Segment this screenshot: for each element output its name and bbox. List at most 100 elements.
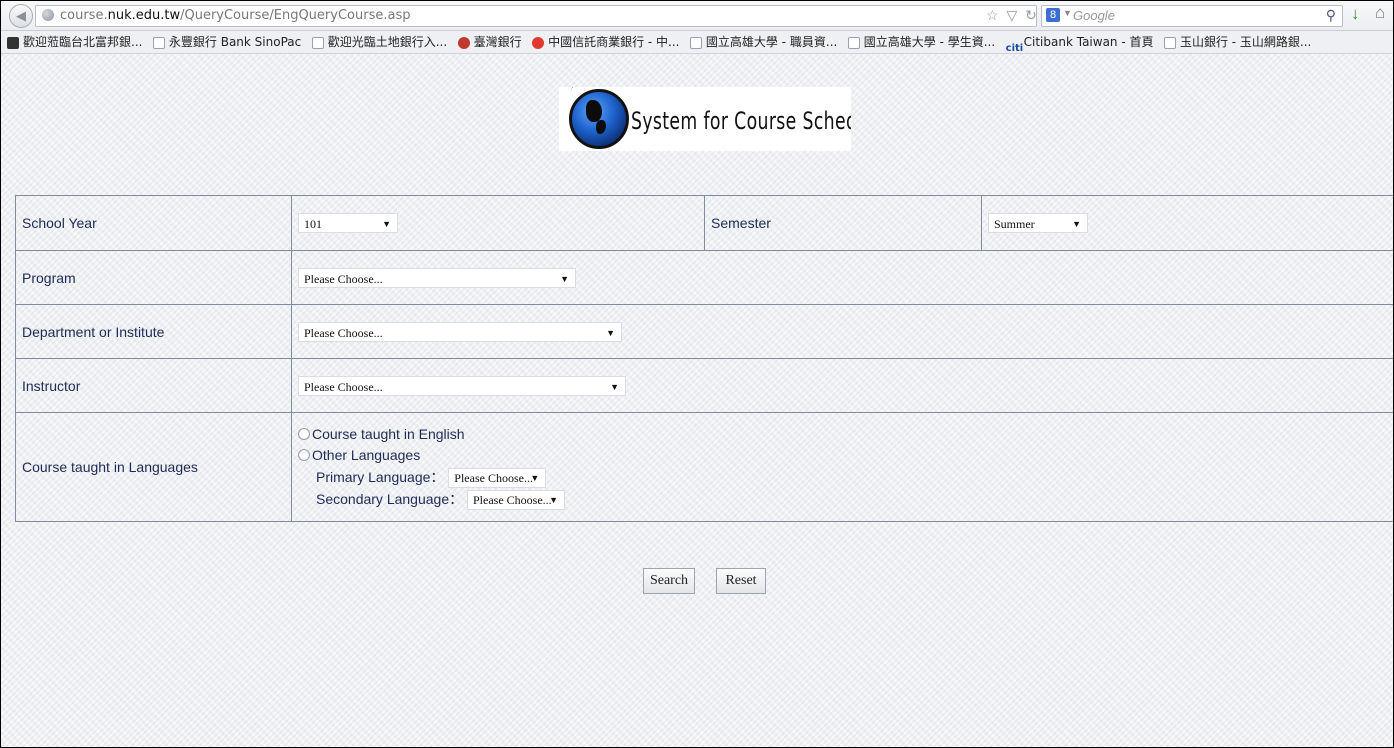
search-box[interactable]: 8 ▼ Google ⚲ <box>1041 5 1343 27</box>
reload-icon[interactable]: ↻ <box>1025 7 1037 23</box>
languages-label: Course taught in Languages <box>15 412 292 522</box>
history-dropdown-icon[interactable]: ▽ <box>1006 7 1017 23</box>
bookmark-page-icon <box>847 36 860 49</box>
url-prefix: course. <box>60 8 108 23</box>
back-button[interactable]: ◀ <box>9 4 33 28</box>
bookmark-item[interactable]: 玉山銀行 - 玉山網路銀... <box>1163 31 1312 53</box>
department-select[interactable]: Please Choose... ▼ <box>298 321 622 342</box>
other-languages-label: Other Languages <box>312 446 421 463</box>
other-languages-option[interactable]: Other Languages <box>298 445 1393 466</box>
primary-language-line: Primary Language： Please Choose... ▼ <box>298 466 1393 488</box>
secondary-language-value: Please Choose... <box>473 493 552 508</box>
magnifier-icon[interactable]: ⚲ <box>1326 7 1336 24</box>
bookmark-item[interactable]: 中國信託商業銀行 - 中... <box>532 31 679 53</box>
dropdown-arrow-icon: ▼ <box>1072 219 1081 229</box>
department-cell: Please Choose... ▼ <box>291 304 1393 359</box>
address-bar-actions: ☆ ▽ ↻ <box>986 7 1041 24</box>
bookmark-item[interactable]: citiCitibank Taiwan - 首頁 <box>1006 31 1154 53</box>
bookmark-item[interactable]: 國立高雄大學 - 職員資... <box>689 31 838 53</box>
bookmark-page-icon <box>311 36 324 49</box>
search-engine-dropdown-icon[interactable]: ▼ <box>1063 8 1072 18</box>
english-radio[interactable] <box>298 427 310 440</box>
dropdown-arrow-icon: ▼ <box>560 273 569 284</box>
bookmark-label: 國立高雄大學 - 學生資... <box>863 35 996 49</box>
bookmark-item[interactable]: 歡迎光臨土地銀行入... <box>311 31 448 53</box>
languages-row: Course taught in Languages Course taught… <box>15 412 1393 522</box>
bookmark-label: 玉山銀行 - 玉山網路銀... <box>1179 35 1312 49</box>
dropdown-arrow-icon: ▼ <box>606 327 615 338</box>
department-row: Department or Institute Please Choose...… <box>15 304 1393 359</box>
url-path: /QueryCourse/EngQueryCourse.asp <box>180 8 411 23</box>
bookmark-label: Citibank Taiwan - 首頁 <box>1023 35 1154 49</box>
globe-logo-icon <box>569 89 629 149</box>
department-value: Please Choose... <box>304 325 383 340</box>
secondary-language-line: Secondary Language： Please Choose... ▼ <box>298 488 1393 511</box>
bookmark-ctbc-icon <box>532 36 545 49</box>
instructor-row: Instructor Please Choose... ▼ <box>15 358 1393 413</box>
bookmark-item[interactable]: 國立高雄大學 - 學生資... <box>847 31 996 53</box>
school-year-cell: 101 ▼ <box>291 195 705 251</box>
secondary-language-label: Secondary Language： <box>316 491 464 507</box>
school-year-row: School Year 101 ▼ Semester Summer ▼ <box>15 195 1393 251</box>
bookmark-item[interactable]: 臺灣銀行 <box>457 31 522 53</box>
site-identity-icon <box>42 9 54 21</box>
dropdown-arrow-icon: ▼ <box>610 381 619 392</box>
course-query-form: School Year 101 ▼ Semester Summer ▼ Progra… <box>15 195 1393 522</box>
navigation-bar: ◀ course.nuk.edu.tw/QueryCourse/EngQuery… <box>1 1 1393 31</box>
department-label: Department or Institute <box>15 304 292 359</box>
bookmark-item[interactable]: 永豐銀行 Bank SinoPac <box>152 31 302 53</box>
bookmark-item[interactable]: 歡迎蒞臨台北富邦銀... <box>7 31 142 53</box>
address-bar[interactable]: course.nuk.edu.tw/QueryCourse/EngQueryCo… <box>35 5 1037 27</box>
bookmark-favicon-icon <box>7 36 19 49</box>
back-arrow-icon: ◀ <box>16 8 26 23</box>
bookmark-page-icon <box>1163 36 1176 49</box>
dropdown-arrow-icon: ▼ <box>382 219 391 229</box>
school-year-select[interactable]: 101 ▼ <box>298 213 398 233</box>
course-schedule-banner: System for Course Schedule <box>559 87 851 151</box>
semester-cell: Summer ▼ <box>981 195 1393 251</box>
instructor-cell: Please Choose... ▼ <box>291 358 1393 413</box>
english-option-label: Course taught in English <box>312 425 465 442</box>
bookmarks-bar: 歡迎蒞臨台北富邦銀... 永豐銀行 Bank SinoPac 歡迎光臨土地銀行入… <box>1 31 1393 54</box>
program-value: Please Choose... <box>304 271 383 286</box>
home-icon[interactable]: ⌂ <box>1375 3 1385 23</box>
dropdown-arrow-icon: ▼ <box>530 473 540 483</box>
other-languages-radio[interactable] <box>298 448 310 461</box>
bookmark-label: 歡迎蒞臨台北富邦銀... <box>23 35 143 49</box>
download-icon[interactable]: ↓ <box>1351 4 1360 24</box>
bookmark-label: 永豐銀行 Bank SinoPac <box>168 35 302 49</box>
bookmark-citi-icon: citi <box>1005 42 1024 54</box>
instructor-select[interactable]: Please Choose... ▼ <box>298 375 626 396</box>
url-text: course.nuk.edu.tw/QueryCourse/EngQueryCo… <box>60 8 410 23</box>
bookmark-page-icon <box>152 36 165 49</box>
program-row: Program Please Choose... ▼ <box>15 250 1393 305</box>
english-option[interactable]: Course taught in English <box>298 424 1393 445</box>
bookmark-seal-icon <box>457 36 470 49</box>
google-icon[interactable]: 8 <box>1046 8 1060 22</box>
bookmark-star-icon[interactable]: ☆ <box>986 7 999 23</box>
dropdown-arrow-icon: ▼ <box>549 495 558 506</box>
school-year-value: 101 <box>304 217 322 231</box>
semester-select[interactable]: Summer ▼ <box>988 213 1088 233</box>
bookmark-label: 臺灣銀行 <box>473 35 522 49</box>
bookmark-label: 國立高雄大學 - 職員資... <box>705 35 838 49</box>
semester-label: Semester <box>704 195 982 251</box>
program-select[interactable]: Please Choose... ▼ <box>298 267 576 288</box>
semester-value: Summer <box>994 217 1035 231</box>
primary-language-label: Primary Language： <box>316 468 445 485</box>
languages-cell: Course taught in English Other Languages… <box>291 412 1393 522</box>
instructor-label: Instructor <box>15 358 292 413</box>
bookmark-label: 歡迎光臨土地銀行入... <box>327 35 448 49</box>
reset-button[interactable]: Reset <box>716 568 766 594</box>
bookmark-page-icon <box>689 36 702 49</box>
primary-language-value: Please Choose... <box>454 471 533 485</box>
search-button[interactable]: Search <box>643 568 695 594</box>
banner-title: System for Course Schedule <box>631 107 851 135</box>
school-year-label: School Year <box>15 195 292 251</box>
primary-language-select[interactable]: Please Choose... ▼ <box>448 468 547 488</box>
secondary-language-select[interactable]: Please Choose... ▼ <box>467 490 565 511</box>
browser-window: ◀ course.nuk.edu.tw/QueryCourse/EngQuery… <box>0 0 1394 748</box>
search-placeholder: Google <box>1073 8 1115 23</box>
instructor-value: Please Choose... <box>304 379 383 394</box>
url-domain: nuk.edu.tw <box>107 8 181 23</box>
